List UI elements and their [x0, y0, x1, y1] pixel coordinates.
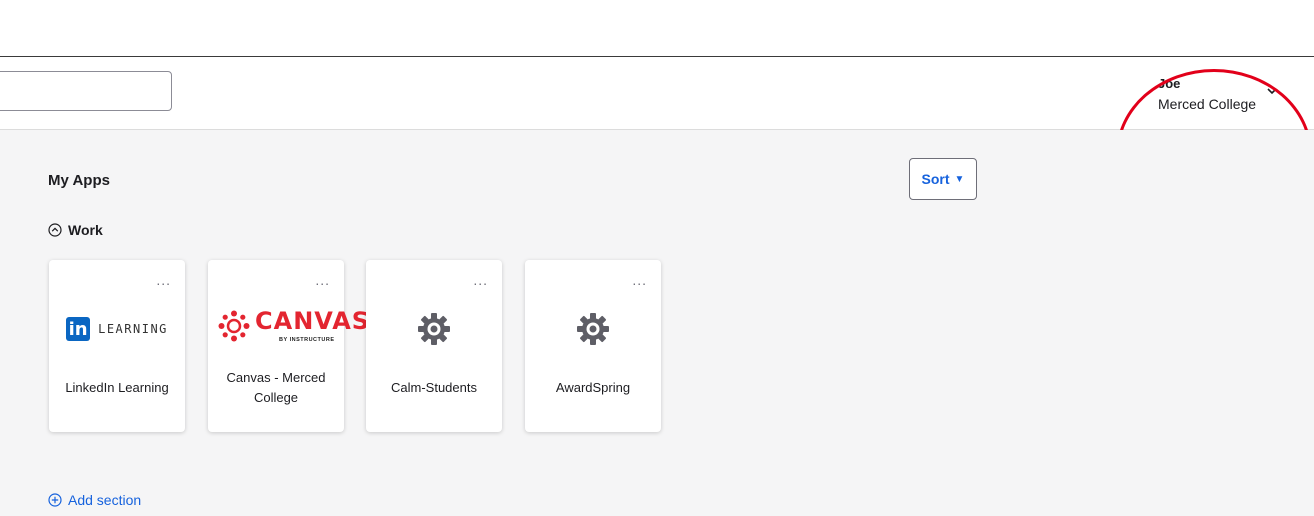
page-title: My Apps — [48, 172, 110, 189]
add-section-button[interactable]: Add section — [48, 492, 141, 508]
add-circle-icon — [48, 493, 62, 507]
top-blank-area — [0, 0, 1314, 56]
section-title: Work — [68, 222, 103, 238]
apps-main-area: My Apps Sort ▼ Work ... in LEARNING Link… — [0, 130, 1314, 516]
canvas-logo-subtext: BY INSTRUCTURE — [279, 337, 335, 343]
app-tile-label: AwardSpring — [555, 380, 631, 395]
sort-label: Sort — [921, 171, 950, 187]
app-logo — [525, 306, 661, 352]
user-menu[interactable]: Joe Merced College — [1158, 76, 1288, 116]
app-logo — [366, 306, 502, 352]
app-tile-awardspring[interactable]: ... AwardSpring — [525, 260, 661, 432]
linkedin-logo-text: LEARNING — [98, 322, 168, 336]
header-bar: Joe Merced College — [0, 57, 1314, 239]
linkedin-icon: in — [66, 317, 91, 341]
sort-button[interactable]: Sort ▼ — [909, 158, 977, 200]
user-organization: Merced College — [1158, 96, 1257, 112]
search-input[interactable] — [0, 71, 172, 111]
app-tile-label: Canvas - Merced College — [226, 370, 326, 405]
more-options-icon[interactable]: ... — [632, 272, 647, 288]
app-tile-label: Calm-Students — [391, 380, 477, 395]
app-tile-canvas[interactable]: ... CANVAS BY INSTRUCTURE Canvas - Merce… — [208, 260, 369, 432]
user-name: Joe — [1158, 76, 1181, 91]
gear-icon — [418, 313, 450, 345]
chevron-down-icon[interactable] — [1266, 85, 1278, 97]
app-tile-linkedin-learning[interactable]: ... in LEARNING LinkedIn Learning — [49, 260, 185, 432]
app-tile-label: LinkedIn Learning — [65, 380, 169, 395]
canvas-burst-icon — [218, 310, 250, 342]
canvas-logo: CANVAS BY INSTRUCTURE — [208, 306, 369, 352]
canvas-logo-text: CANVAS — [255, 307, 371, 335]
more-options-icon[interactable]: ... — [156, 272, 171, 288]
more-options-icon[interactable]: ... — [315, 272, 330, 288]
more-options-icon[interactable]: ... — [473, 272, 488, 288]
linkedin-learning-logo: in LEARNING — [49, 306, 185, 352]
collapse-circle-icon[interactable] — [48, 223, 62, 237]
app-tile-calm-students[interactable]: ... Calm-Students — [366, 260, 502, 432]
caret-down-icon: ▼ — [954, 173, 965, 185]
add-section-label: Add section — [68, 492, 142, 508]
gear-icon — [577, 313, 609, 345]
section-header-work[interactable]: Work — [48, 220, 103, 240]
